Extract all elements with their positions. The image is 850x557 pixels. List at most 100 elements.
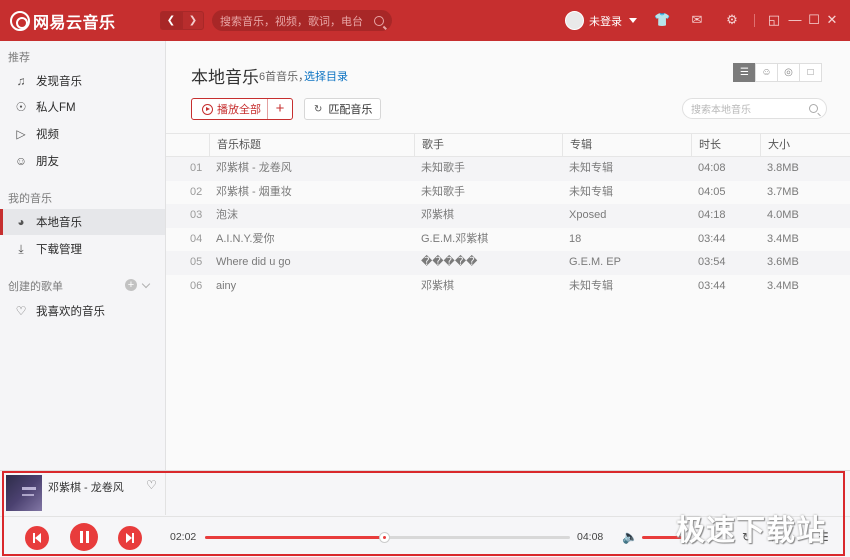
row-artist[interactable]: G.E.M.邓紫棋 — [421, 228, 561, 252]
previous-button[interactable] — [25, 526, 49, 550]
title-bar-divider — [754, 14, 755, 27]
settings-gear-icon[interactable]: ⚙ — [724, 12, 740, 28]
column-duration[interactable]: 时长 — [691, 134, 760, 157]
next-button[interactable] — [118, 526, 142, 550]
radio-icon: ☉ — [15, 100, 27, 114]
row-album[interactable]: 未知专辑 — [569, 275, 689, 299]
row-duration: 03:44 — [698, 232, 726, 245]
select-directory-link[interactable]: 选择目录 — [304, 68, 348, 84]
chevron-down-icon[interactable] — [141, 279, 151, 288]
row-album[interactable]: 未知专辑 — [569, 181, 689, 205]
row-duration: 04:05 — [698, 185, 726, 198]
sidebar-item-discover[interactable]: ♫ 发现音乐 — [0, 68, 165, 94]
avatar[interactable] — [565, 11, 584, 30]
match-music-button[interactable]: ↻ 匹配音乐 — [304, 98, 381, 120]
row-artist[interactable]: 邓紫棋 — [421, 204, 561, 228]
row-artist[interactable]: ����� — [421, 251, 561, 275]
minimize-icon[interactable]: — — [787, 12, 803, 28]
sidebar: 推荐 ♫ 发现音乐 ☉ 私人FM ▷ 视频 ☺ 朋友 我的音乐 ◕ 本地音乐 ⤓… — [0, 41, 166, 470]
skip-back-icon — [35, 533, 41, 543]
app-logo-text: 网易云音乐 — [33, 14, 116, 32]
user-menu[interactable]: 未登录 — [565, 11, 637, 30]
skip-forward-icon — [132, 533, 134, 543]
play-all-button[interactable]: 播放全部 — [192, 99, 268, 119]
back-button[interactable]: ❮ — [160, 11, 182, 30]
folder-view-icon[interactable]: □ — [799, 63, 822, 82]
progress-slider[interactable] — [205, 532, 570, 543]
artist-view-icon[interactable]: ☺ — [755, 63, 778, 82]
like-heart-icon[interactable]: ♡ — [146, 479, 158, 491]
local-music-page: 本地音乐 6首音乐， 选择目录 ☰ ☺ ◎ □ 播放全部 + ↻ 匹配音乐 搜索… — [166, 41, 850, 470]
album-cover[interactable] — [6, 475, 42, 511]
search-icon[interactable] — [374, 15, 384, 26]
progress-handle[interactable] — [378, 532, 390, 543]
row-duration: 04:08 — [698, 162, 726, 174]
download-icon: ⤓ — [18, 242, 24, 256]
caret-down-icon[interactable] — [629, 18, 637, 23]
row-index: 01 — [190, 162, 203, 174]
mini-mode-icon[interactable]: ◱ — [766, 12, 782, 28]
global-search-placeholder: 搜索音乐，视频，歌词，电台 — [220, 15, 363, 28]
table-row[interactable]: 02 邓紫棋 - 烟重妆 未知歌手 未知专辑 04:05 3.7MB — [166, 180, 850, 205]
skin-shirt-icon[interactable]: 👕 — [654, 12, 670, 28]
sidebar-item-liked-music[interactable]: ♡ 我喜欢的音乐 — [0, 298, 165, 324]
global-search-input[interactable]: 搜索音乐，视频，歌词，电台 — [212, 10, 392, 31]
forward-button[interactable]: ❯ — [182, 11, 204, 30]
row-title: Where did u go — [216, 256, 291, 268]
row-size: 3.6MB — [767, 256, 799, 268]
sidebar-section-my-music: 我的音乐 — [8, 193, 52, 205]
row-album[interactable]: 18 — [569, 228, 689, 252]
maximize-icon[interactable]: ☐ — [806, 12, 822, 28]
row-title: ainy — [216, 279, 237, 292]
row-title: 邓紫棋 - 龙卷风 — [216, 162, 292, 174]
column-album[interactable]: 专辑 — [562, 134, 691, 157]
sidebar-item-local-music[interactable]: ◕ 本地音乐 — [0, 209, 165, 235]
pause-button[interactable] — [70, 523, 98, 551]
row-album[interactable]: Xposed — [569, 204, 689, 228]
table-row[interactable]: 06 ainy 邓紫棋 未知专辑 03:44 3.4MB — [166, 274, 850, 299]
close-icon[interactable]: ✕ — [824, 12, 840, 28]
column-size[interactable]: 大小 — [760, 134, 850, 157]
chevron-left-icon: ❮ — [166, 15, 176, 26]
column-title[interactable]: 音乐标题 — [209, 134, 414, 157]
volume-icon[interactable]: 🔈 — [622, 529, 638, 545]
now-playing-panel[interactable]: 邓紫棋 - 龙卷风 ♡ — [0, 471, 166, 515]
row-album[interactable]: 未知专辑 — [569, 157, 689, 181]
local-search-placeholder: 搜索本地音乐 — [691, 105, 751, 116]
play-circle-icon — [202, 103, 213, 115]
local-music-icon: ◕ — [17, 215, 25, 229]
sidebar-item-label: 下载管理 — [36, 244, 82, 256]
mail-icon[interactable]: ✉ — [689, 12, 705, 28]
list-view-icon[interactable]: ☰ — [733, 63, 756, 82]
sidebar-item-friends[interactable]: ☺ 朋友 — [0, 148, 165, 174]
add-to-queue-button[interactable]: + — [268, 99, 292, 119]
site-watermark: 极速下载站 — [676, 513, 827, 547]
album-view-icon[interactable]: ◎ — [777, 63, 800, 82]
play-all-label: 播放全部 — [217, 104, 261, 116]
add-playlist-icon[interactable]: + — [125, 279, 137, 291]
track-count: 6首音乐， — [259, 71, 310, 83]
sidebar-item-fm[interactable]: ☉ 私人FM — [0, 94, 165, 120]
sidebar-item-video[interactable]: ▷ 视频 — [0, 121, 165, 147]
login-status[interactable]: 未登录 — [589, 13, 622, 29]
search-icon[interactable] — [809, 104, 818, 113]
sidebar-item-label: 我喜欢的音乐 — [36, 306, 105, 318]
table-row[interactable]: 04 A.I.N.Y.爱你 G.E.M.邓紫棋 18 03:44 3.4MB — [166, 227, 850, 252]
chevron-right-icon: ❯ — [188, 15, 198, 26]
table-row[interactable]: 03 泡沫 邓紫棋 Xposed 04:18 4.0MB — [166, 204, 850, 228]
table-row[interactable]: 01 邓紫棋 - 龙卷风 未知歌手 未知专辑 04:08 3.8MB — [166, 157, 850, 181]
total-time: 04:08 — [577, 531, 604, 543]
app-logo[interactable]: 网易云音乐 — [10, 10, 116, 32]
column-artist[interactable]: 歌手 — [414, 134, 562, 157]
sidebar-item-label: 本地音乐 — [36, 217, 82, 229]
sidebar-item-downloads[interactable]: ⤓ 下载管理 — [0, 236, 165, 262]
table-row[interactable]: 05 Where did u go ����� G.E.M. EP 03:54 … — [166, 251, 850, 275]
sidebar-section-recommend: 推荐 — [8, 52, 30, 64]
row-artist[interactable]: 未知歌手 — [421, 181, 561, 205]
row-title: A.I.N.Y.爱你 — [216, 232, 275, 245]
row-album[interactable]: G.E.M. EP — [569, 251, 689, 275]
heart-icon: ♡ — [15, 304, 27, 318]
row-artist[interactable]: 未知歌手 — [421, 157, 561, 181]
local-search-input[interactable]: 搜索本地音乐 — [682, 98, 827, 119]
row-artist[interactable]: 邓紫棋 — [421, 275, 561, 299]
